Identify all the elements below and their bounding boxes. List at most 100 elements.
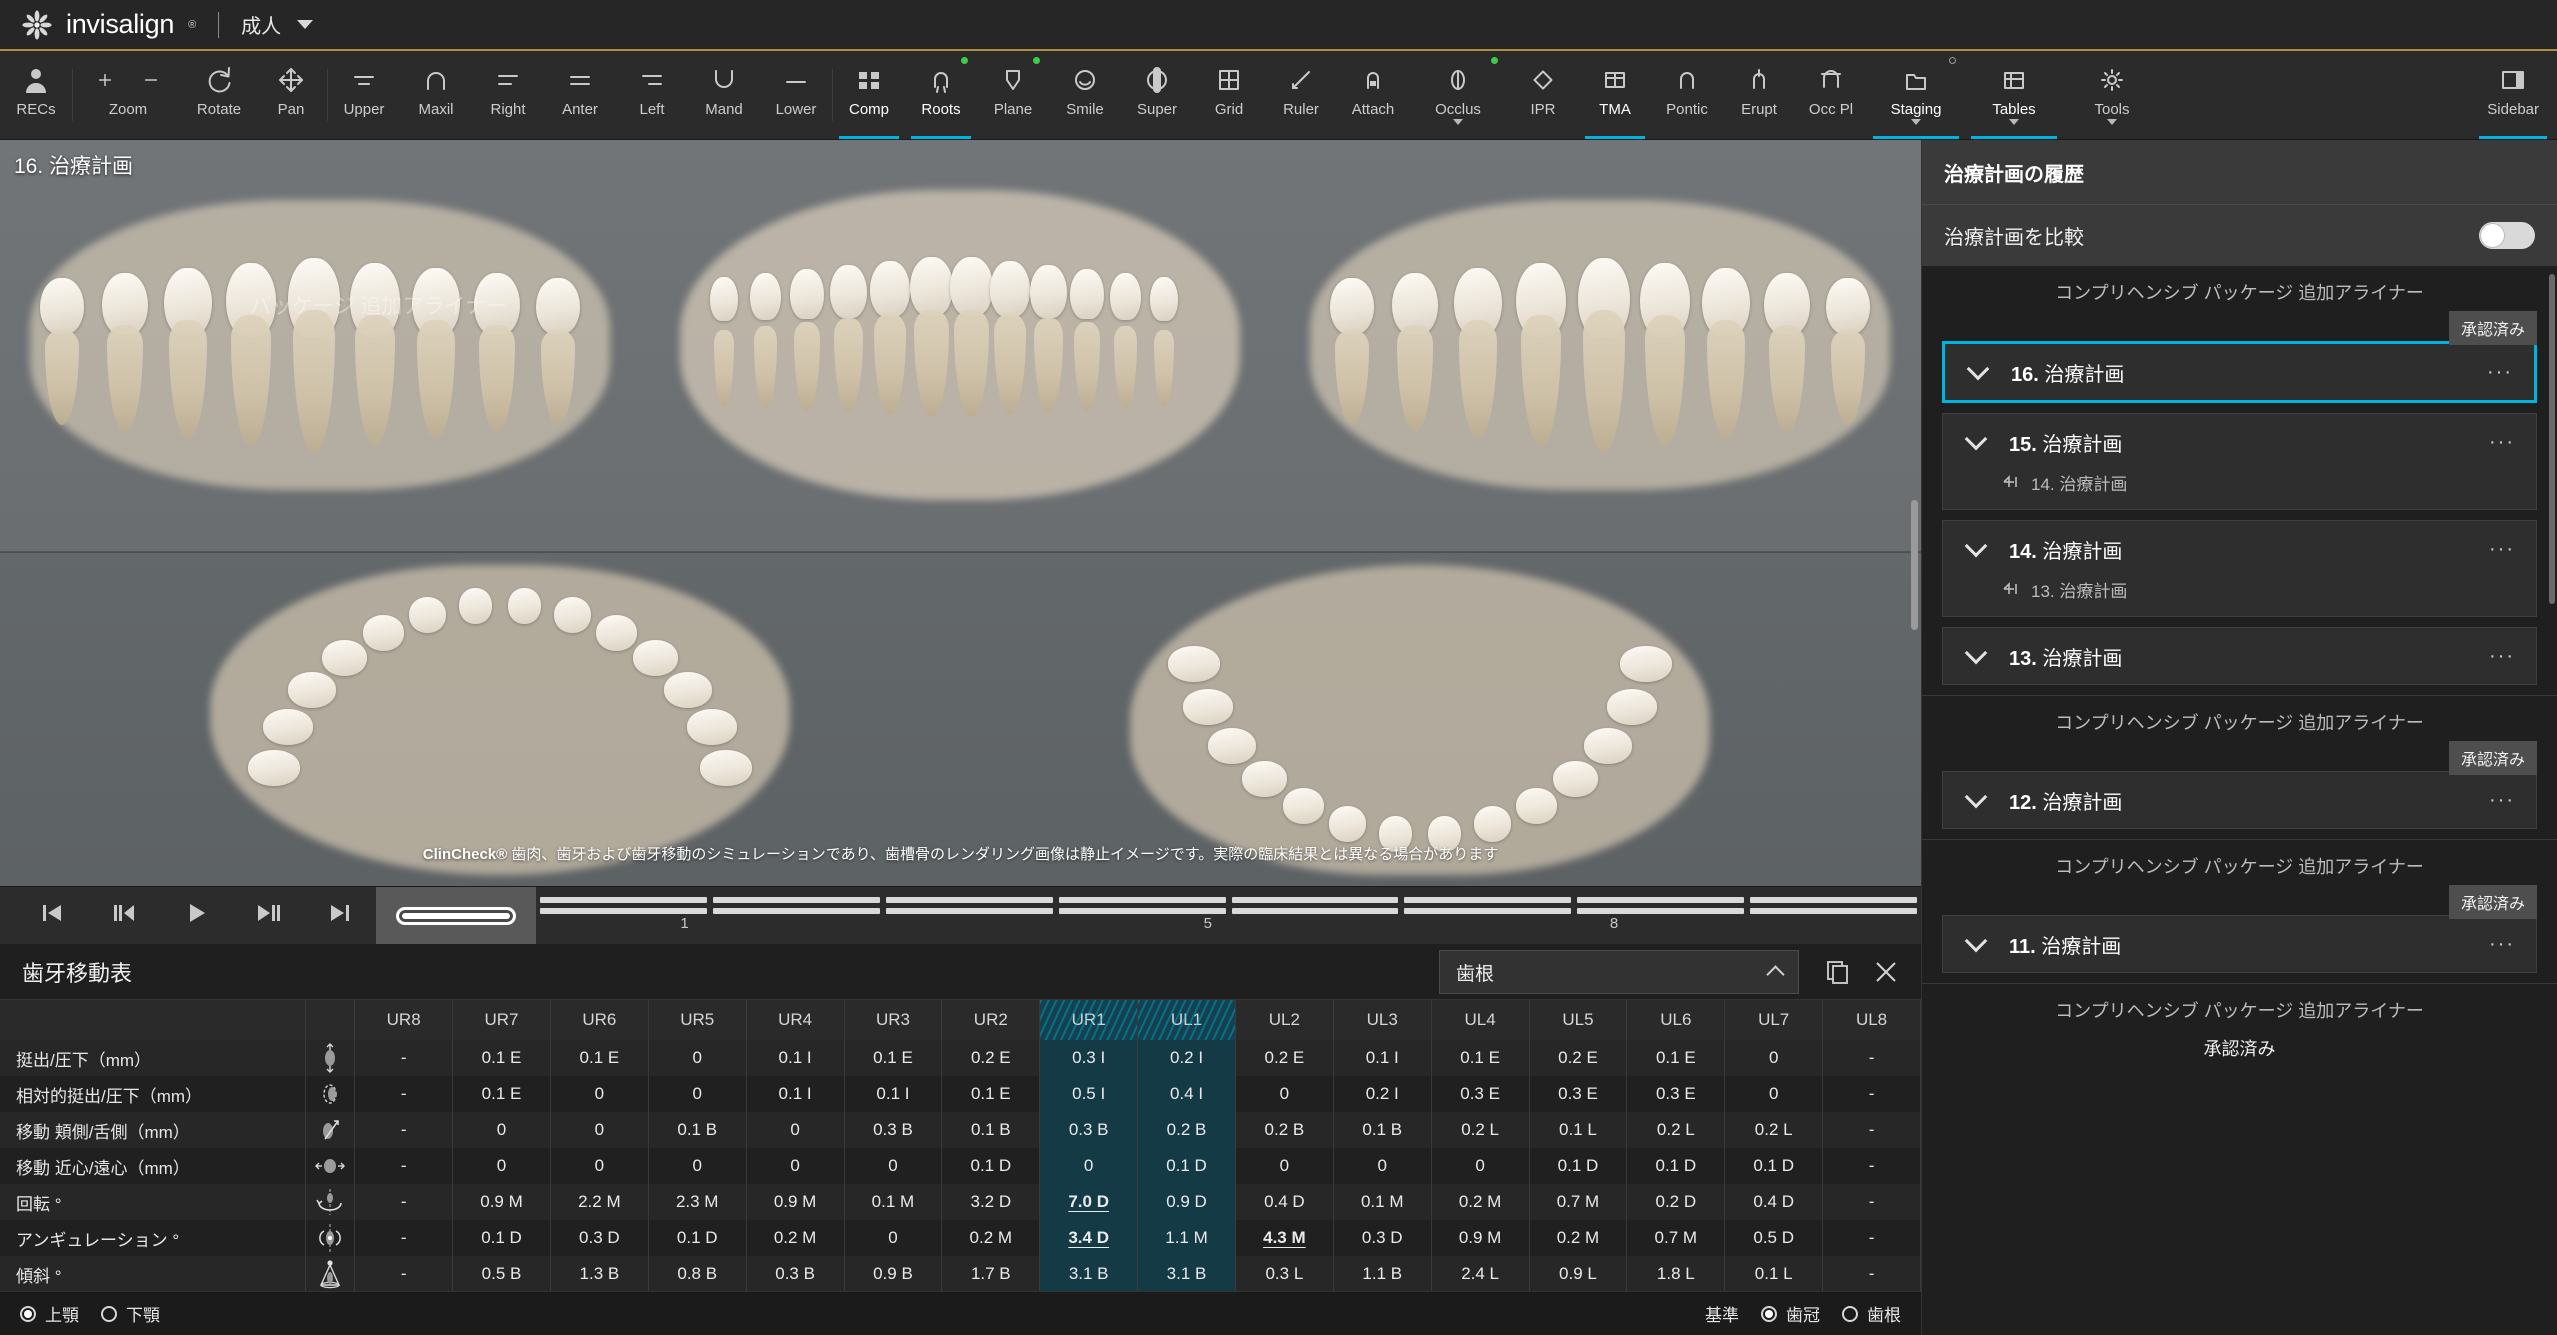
timeline-segment[interactable] — [540, 897, 707, 903]
cell-UR1[interactable]: 0.3 I — [1039, 1040, 1139, 1076]
cell-UL8[interactable]: - — [1822, 1256, 1921, 1291]
cell-UR7[interactable]: 0.1 D — [452, 1220, 551, 1256]
toolbar-item-maxil[interactable]: Maxil — [400, 51, 472, 139]
column-header-UL7[interactable]: UL7 — [1724, 1000, 1824, 1040]
cell-UL4[interactable]: 2.4 L — [1431, 1256, 1530, 1291]
cell-UL1[interactable]: 0.4 I — [1137, 1076, 1236, 1112]
toolbar-item-occ-pl[interactable]: Occ Pl — [1795, 51, 1867, 139]
cell-UL5[interactable]: 0.9 L — [1529, 1256, 1628, 1291]
cell-UL6[interactable]: 0.3 E — [1626, 1076, 1726, 1112]
timeline-segment[interactable] — [885, 897, 1053, 903]
cell-UL5[interactable]: 0.2 M — [1529, 1220, 1628, 1256]
cell-UR5[interactable]: 0.1 B — [648, 1112, 747, 1148]
cell-UL8[interactable]: - — [1822, 1076, 1921, 1112]
cell-UL7[interactable]: 0.1 D — [1724, 1148, 1824, 1184]
cell-UR6[interactable]: 1.3 B — [550, 1256, 649, 1291]
column-header-UL2[interactable]: UL2 — [1235, 1000, 1334, 1040]
expand-plan-button[interactable] — [1955, 350, 2001, 394]
toolbar-item-upper[interactable]: Upper — [328, 51, 400, 139]
plan-options-menu[interactable]: ··· — [2474, 350, 2526, 394]
toolbar-item-lower[interactable]: Lower — [760, 51, 832, 139]
cell-UR4[interactable]: 0.1 I — [746, 1040, 845, 1076]
column-header-UR4[interactable]: UR4 — [746, 1000, 845, 1040]
cell-UL6[interactable]: 0.1 D — [1626, 1148, 1726, 1184]
toolbar-item-super[interactable]: Super — [1121, 51, 1193, 139]
cell-UL5[interactable]: 0.7 M — [1529, 1184, 1628, 1220]
cell-UR5[interactable]: 2.3 M — [648, 1184, 747, 1220]
cell-UR1[interactable]: 0 — [1039, 1148, 1139, 1184]
timeline-current-stage[interactable] — [376, 887, 536, 944]
cell-UL8[interactable]: - — [1822, 1112, 1921, 1148]
cell-UR5[interactable]: 0 — [648, 1148, 747, 1184]
cell-UR5[interactable]: 0 — [648, 1076, 747, 1112]
cell-UL7[interactable]: 0.1 L — [1724, 1256, 1824, 1291]
cell-UR8[interactable]: - — [354, 1076, 454, 1112]
toolbar-item-ruler[interactable]: Ruler — [1265, 51, 1337, 139]
3d-viewport[interactable]: 16. 治療計画 パッケージ 追加アライナー ClinCheck® 歯肉、歯牙お… — [0, 140, 1921, 886]
play-pause-button[interactable] — [232, 887, 304, 945]
cell-UR2[interactable]: 0.1 D — [941, 1148, 1041, 1184]
cell-UR3[interactable]: 0.9 B — [844, 1256, 943, 1291]
cell-UR3[interactable]: 0.1 M — [844, 1184, 943, 1220]
column-header-UR5[interactable]: UR5 — [648, 1000, 747, 1040]
cell-UR4[interactable]: 0.9 M — [746, 1184, 845, 1220]
cell-UR5[interactable]: 0.8 B — [648, 1256, 747, 1291]
column-header-UL1[interactable]: UL1 — [1137, 1000, 1236, 1040]
cell-UL5[interactable]: 0.3 E — [1529, 1076, 1628, 1112]
cell-UL4[interactable]: 0.2 M — [1431, 1184, 1530, 1220]
cell-UR8[interactable]: - — [354, 1184, 454, 1220]
copy-table-button[interactable] — [1817, 951, 1859, 993]
toolbar-item-sidebar[interactable]: Sidebar — [2469, 51, 2557, 139]
toolbar-item-right[interactable]: Right — [472, 51, 544, 139]
cell-UR2[interactable]: 0.2 M — [941, 1220, 1041, 1256]
cell-UL6[interactable]: 0.2 L — [1626, 1112, 1726, 1148]
timeline-segment[interactable] — [1058, 897, 1226, 903]
plan-card-main[interactable]: 16. 治療計画 ··· — [1945, 344, 2534, 400]
cell-UL4[interactable]: 0.3 E — [1431, 1076, 1530, 1112]
column-header-UL4[interactable]: UL4 — [1431, 1000, 1530, 1040]
toolbar-item-ipr[interactable]: IPR — [1507, 51, 1579, 139]
cell-UR6[interactable]: 0 — [550, 1076, 649, 1112]
plan-options-menu[interactable]: ··· — [2476, 778, 2528, 822]
cell-UL5[interactable]: 0.2 E — [1529, 1040, 1628, 1076]
cell-UL7[interactable]: 0 — [1724, 1040, 1824, 1076]
cell-UL7[interactable]: 0.4 D — [1724, 1184, 1824, 1220]
cell-UL7[interactable]: 0.5 D — [1724, 1220, 1824, 1256]
toolbar-item-mand[interactable]: Mand — [688, 51, 760, 139]
arch-radio-selected[interactable]: 上顎 — [20, 1301, 79, 1326]
cell-UR4[interactable]: 0.2 M — [746, 1220, 845, 1256]
expand-plan-button[interactable] — [1953, 420, 1999, 464]
toolbar-item-zoom[interactable]: Zoom — [73, 51, 183, 139]
cell-UR1[interactable]: 0.5 I — [1039, 1076, 1139, 1112]
cell-UR5[interactable]: 0.1 D — [648, 1220, 747, 1256]
column-header-UR3[interactable]: UR3 — [844, 1000, 943, 1040]
toolbar-item-tools[interactable]: Tools — [2063, 51, 2161, 139]
toolbar-item-erupt[interactable]: Erupt — [1723, 51, 1795, 139]
column-header-UL6[interactable]: UL6 — [1626, 1000, 1726, 1040]
plan-card-main[interactable]: 15. 治療計画 ··· — [1943, 414, 2536, 470]
cell-UL4[interactable]: 0.9 M — [1431, 1220, 1530, 1256]
cell-UL5[interactable]: 0.1 L — [1529, 1112, 1628, 1148]
cell-UL2[interactable]: 0.3 L — [1235, 1256, 1334, 1291]
cell-UL2[interactable]: 4.3 M — [1235, 1220, 1334, 1256]
cell-UR7[interactable]: 0.1 E — [452, 1040, 551, 1076]
toolbar-item-plane[interactable]: Plane — [977, 51, 1049, 139]
cell-UL7[interactable]: 0 — [1724, 1076, 1824, 1112]
cell-UL6[interactable]: 0.1 E — [1626, 1040, 1726, 1076]
timeline-segment[interactable] — [1404, 897, 1572, 903]
plan-card-12[interactable]: 12. 治療計画 ··· — [1942, 771, 2537, 829]
cell-UR4[interactable]: 0 — [746, 1148, 845, 1184]
cell-UL3[interactable]: 0 — [1333, 1148, 1432, 1184]
column-header-UR1[interactable]: UR1 — [1039, 1000, 1139, 1040]
plan-card-14[interactable]: 14. 治療計画 ··· 13. 治療計画 — [1942, 520, 2537, 617]
cell-UR4[interactable]: 0.3 B — [746, 1256, 845, 1291]
cell-UR6[interactable]: 0 — [550, 1148, 649, 1184]
cell-UR8[interactable]: - — [354, 1112, 454, 1148]
plan-options-menu[interactable]: ··· — [2476, 922, 2528, 966]
timeline-track[interactable]: 1 5 8 — [536, 887, 1921, 944]
toolbar-item-recs[interactable]: RECs — [0, 51, 72, 139]
toolbar-item-comp[interactable]: Comp — [833, 51, 905, 139]
toolbar-item-anter[interactable]: Anter — [544, 51, 616, 139]
toolbar-item-occlus[interactable]: Occlus — [1409, 51, 1507, 139]
cell-UR7[interactable]: 0.9 M — [452, 1184, 551, 1220]
